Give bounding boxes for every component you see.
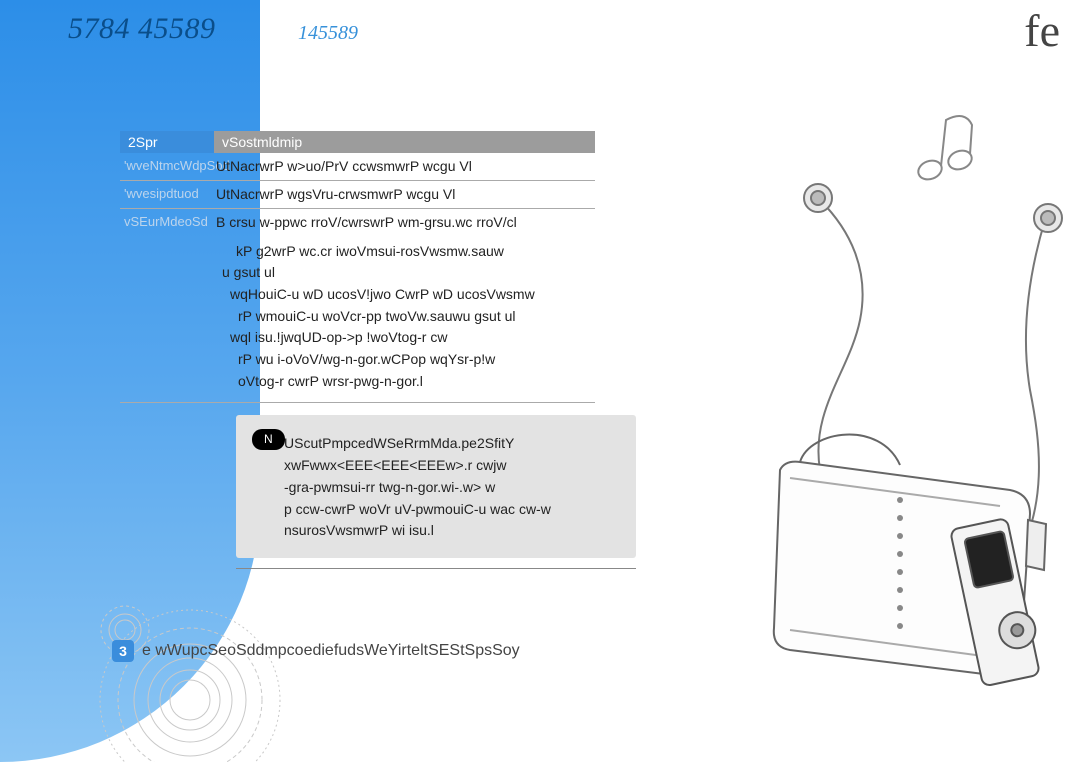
desc-line: rP wmouiC-u woVcr-pp twoVw.sauwu gsut ul xyxy=(120,306,595,328)
table-header-col2: vSostmldmip xyxy=(214,131,595,153)
step-text: e wWupcSeoSddmpcoediefudsWeYirteltSEStSp… xyxy=(142,642,520,660)
music-note-icon xyxy=(916,116,975,183)
desc-line: oVtog-r cwrP wrsr-pwg-n-gor.l xyxy=(120,371,595,393)
note-badge: N xyxy=(252,429,285,450)
corner-glyph: fe xyxy=(1024,4,1060,57)
note-line: -gra-pwmsui-rr twg-n-gor.wi-.w> w xyxy=(284,479,495,495)
concentric-rings-icon xyxy=(90,600,290,762)
table-row: vSEurMdeoSd B crsu w-ppwc rroV/cwrswrP w… xyxy=(120,209,595,236)
desc-line: kP g2wrP wc.cr iwoVmsui-rosVwsmw.sauw xyxy=(120,241,595,263)
table-header-col1: 2Spr xyxy=(120,131,214,153)
decorative-illustration xyxy=(650,70,1080,720)
note-line: xwFwwx<EEE<EEE<EEEw>.r cwjw xyxy=(284,457,507,473)
table-row: 'wvesipdtuod UtNacrwrP wgsVru-crwsmwrP w… xyxy=(120,181,595,209)
note-line: p ccw-cwrP woVr uV-pwmouiC-u wac cw-w xyxy=(284,501,551,517)
table-cell-key: 'wvesipdtuod xyxy=(120,181,214,208)
note-box: N UScutPmpcedWSeRrmMda.pe2SfitY xwFwwx<E… xyxy=(236,415,636,557)
step-number-badge: 3 xyxy=(112,640,134,662)
table-cell-key: 'wveNtmcWdpSod xyxy=(120,153,214,180)
table-cell-key: vSEurMdeoSd xyxy=(120,209,214,236)
step-line: 3 e wWupcSeoSddmpcoediefudsWeYirteltSESt… xyxy=(112,640,520,662)
desc-line: wql isu.!jwqUD-op->p !woVtog-r cw xyxy=(120,327,595,349)
note-line: UScutPmpcedWSeRrmMda.pe2SfitY xyxy=(284,435,514,451)
note-line: nsurosVwsmwrP wi isu.l xyxy=(284,522,434,538)
table-cell-value: UtNacrwrP wgsVru-crwsmwrP wcgu Vl xyxy=(214,181,595,208)
page: 5784 45589 145589 fe 2Spr vSostmldmip 'w… xyxy=(0,0,1080,762)
table-cell-value: UtNacrwrP w>uo/PrV ccwsmwrP wcgu Vl xyxy=(214,153,595,180)
table-header-row: 2Spr vSostmldmip xyxy=(120,131,595,153)
table-description-block: kP g2wrP wc.cr iwoVmsui-rosVwsmw.sauw u … xyxy=(120,236,595,404)
desc-line: rP wu i-oVoV/wg-n-gor.wCPop wqYsr-p!w xyxy=(120,349,595,371)
header-number-secondary: 145589 xyxy=(298,22,358,45)
table-row: 'wveNtmcWdpSod UtNacrwrP w>uo/PrV ccwsmw… xyxy=(120,153,595,181)
header-number-primary: 5784 45589 xyxy=(68,12,216,46)
spec-table: 2Spr vSostmldmip 'wveNtmcWdpSod UtNacrwr… xyxy=(120,131,595,569)
table-cell-value: B crsu w-ppwc rroV/cwrswrP wm-grsu.wc rr… xyxy=(214,209,595,236)
divider xyxy=(236,568,636,569)
desc-line: u gsut ul xyxy=(120,262,595,284)
desc-line: wqHouiC-u wD ucosV!jwo CwrP wD ucosVwsmw xyxy=(120,284,595,306)
